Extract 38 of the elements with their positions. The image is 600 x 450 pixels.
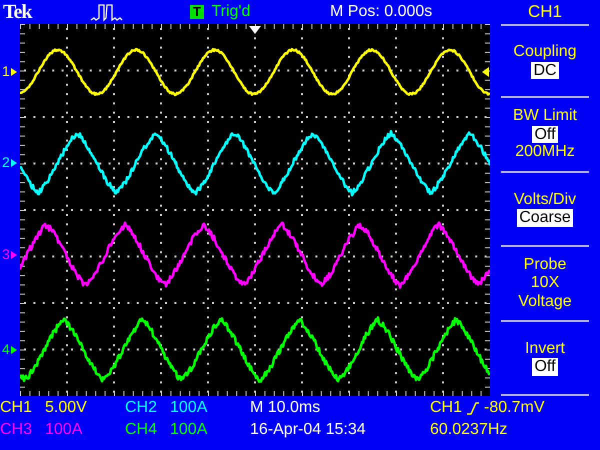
trigger-level-icon: [482, 67, 489, 77]
menu-value: DC: [531, 62, 559, 80]
rising-edge-icon: [466, 401, 480, 416]
readout-text: 60.0237Hz: [430, 421, 508, 440]
trigger-level: -80.7mV: [484, 399, 544, 418]
readout-text: 5.00V: [45, 399, 88, 418]
menu-section[interactable]: Probe 10X Voltage: [501, 247, 589, 322]
menu-label: Volts/Div: [514, 190, 576, 210]
readout-text: CH1: [0, 399, 34, 418]
menu-section[interactable]: Volts/Div Coarse: [501, 172, 589, 248]
menu-section[interactable]: Coupling DC: [501, 24, 589, 98]
menu-value: Off: [532, 126, 558, 144]
menu-label: BW Limit: [513, 107, 577, 126]
menu-label: Probe: [524, 256, 566, 274]
readout-text: M 10.0ms: [250, 399, 322, 418]
readout-text: CH2: [125, 399, 158, 418]
trigger-status-badge: T: [190, 4, 204, 20]
menu-label: Invert: [524, 340, 565, 358]
menu-title: CH1: [528, 2, 562, 21]
trigger-status: Trig'd: [211, 2, 250, 22]
readout-text: CH4: [125, 421, 158, 440]
readout-text: 100A: [45, 421, 84, 440]
menu-value: Off: [532, 358, 558, 376]
menu-value: Coarse: [517, 209, 573, 227]
menu-note: 200MHz: [515, 143, 575, 162]
menu-label: Coupling: [513, 43, 577, 62]
menu-section[interactable]: BW Limit Off 200MHz: [501, 98, 589, 173]
trigger-source: CH1: [430, 399, 462, 418]
menu-info: Voltage: [518, 292, 572, 311]
readout-text: 16-Apr-04 15:34: [250, 421, 367, 440]
trigger-position-icon: [249, 26, 261, 34]
readout-text: 100A: [170, 399, 208, 418]
position-readout: M Pos: 0.000s: [330, 2, 434, 22]
menu-info: 10X: [530, 274, 560, 293]
menu-section[interactable]: Invert Off: [501, 322, 589, 396]
readout-text: CH3: [0, 421, 34, 440]
readout-text: 100A: [170, 421, 208, 440]
brand-logo: Tek: [2, 0, 34, 24]
